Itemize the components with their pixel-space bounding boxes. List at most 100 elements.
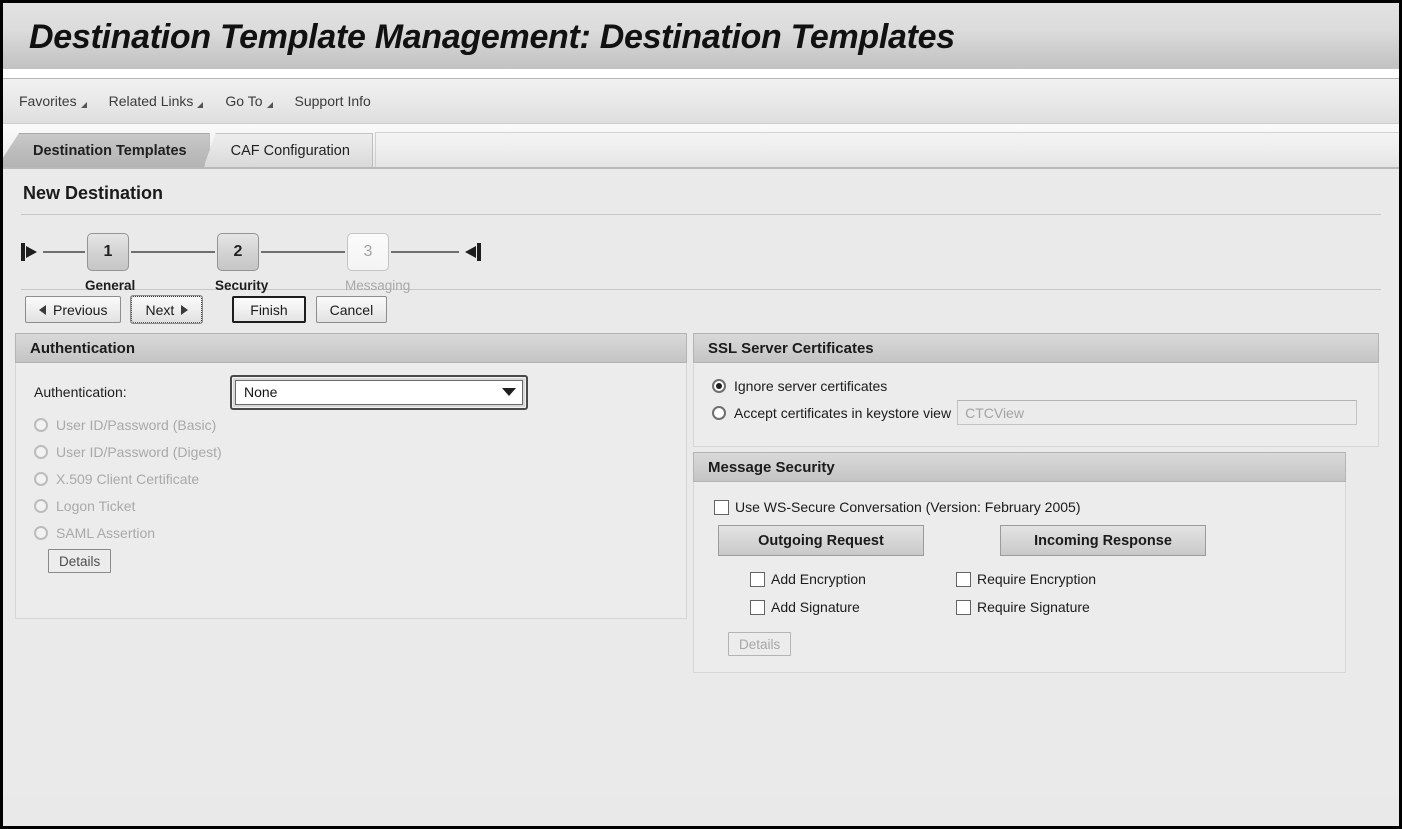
checkbox-icon — [955, 571, 971, 587]
authentication-panel: Authentication: None User ID/Password (B… — [15, 363, 687, 619]
checkbox-label: Require Encryption — [976, 571, 1097, 587]
checkbox-label: Add Signature — [771, 599, 860, 615]
chevron-down-icon — [80, 101, 87, 108]
radio-button-icon — [34, 498, 48, 513]
arrow-right-icon — [181, 304, 189, 315]
incoming-response-tab[interactable]: Incoming Response — [1000, 525, 1206, 556]
keystore-view-input: CTCView — [957, 400, 1358, 425]
chevron-down-icon — [502, 388, 516, 396]
checkbox-use-ws-secure-conversation[interactable]: Use WS-Secure Conversation (Version: Feb… — [714, 493, 1335, 521]
ssl-panel-body: Ignore server certificates Accept certif… — [694, 363, 1378, 432]
tab-label: Destination Templates — [33, 142, 187, 159]
outgoing-request-label: Outgoing Request — [758, 532, 884, 549]
radio-button-icon — [34, 525, 48, 540]
authentication-field-row: Authentication: None — [34, 374, 672, 410]
roadmap-step-security[interactable]: 2 Security — [215, 233, 269, 293]
roadmap-step-label: Security — [215, 278, 269, 293]
roadmap-connector — [261, 251, 345, 253]
checkbox-require-encryption[interactable]: Require Encryption — [955, 565, 1097, 593]
content-area: New Destination 1 General 2 Security 3 M… — [3, 169, 1399, 795]
tab-caf-configuration[interactable]: CAF Configuration — [203, 133, 373, 167]
radio-ignore-server-certificates[interactable]: Ignore server certificates — [712, 372, 1368, 399]
radio-label: X.509 Client Certificate — [56, 470, 200, 487]
tab-label: CAF Configuration — [230, 142, 350, 159]
message-security-details-button[interactable]: Details — [728, 632, 792, 656]
checkbox-icon — [955, 599, 971, 615]
checkbox-label: Use WS-Secure Conversation (Version: Feb… — [735, 499, 1081, 515]
checkbox-icon — [714, 499, 729, 515]
previous-button[interactable]: Previous — [25, 296, 122, 323]
roadmap-step-general[interactable]: 1 General — [85, 233, 136, 293]
menu-item-support-info[interactable]: Support Info — [295, 93, 371, 109]
roadmap-connector — [43, 251, 85, 253]
roadmap-step-number: 2 — [217, 233, 259, 271]
radio-button-icon — [712, 405, 726, 420]
wizard-title: New Destination — [23, 183, 164, 203]
checkbox-label: Require Signature — [976, 599, 1090, 615]
panel-container: Authentication Authentication: None User… — [3, 333, 1399, 673]
checkbox-require-signature[interactable]: Require Signature — [955, 593, 1096, 621]
left-column: Authentication Authentication: None User… — [15, 333, 687, 673]
radio-label: User ID/Password (Basic) — [56, 416, 217, 433]
message-security-panel-title: Message Security — [708, 458, 835, 476]
checkbox-icon — [750, 571, 765, 587]
message-security-tab-row: Outgoing Request Incoming Response — [718, 525, 1335, 556]
menu-bar: Favorites Related Links Go To Support In… — [3, 79, 1399, 124]
authentication-radio-group: User ID/Password (Basic) User ID/Passwor… — [34, 411, 672, 546]
authentication-details-button[interactable]: Details — [48, 549, 112, 573]
authentication-field-label: Authentication: — [34, 384, 127, 400]
incoming-response-label: Incoming Response — [1034, 532, 1172, 549]
radio-x509-client-certificate: X.509 Client Certificate — [34, 465, 672, 492]
message-security-details-wrapper: Details — [728, 632, 1335, 656]
checkbox-add-signature[interactable]: Add Signature — [750, 593, 866, 621]
roadmap-end-icon — [459, 241, 481, 263]
chevron-down-icon — [266, 101, 273, 108]
radio-accept-certificates-keystore[interactable]: Accept certificates in keystore view CTC… — [712, 399, 1368, 426]
radio-label: Logon Ticket — [56, 497, 136, 514]
roadmap-connector — [131, 251, 215, 253]
radio-label: Ignore server certificates — [734, 377, 888, 394]
checkbox-label: Add Encryption — [771, 571, 866, 587]
ssl-panel-title: SSL Server Certificates — [708, 339, 874, 357]
finish-button[interactable]: Finish — [232, 296, 306, 323]
checkbox-icon — [750, 599, 765, 615]
radio-label: Accept certificates in keystore view — [734, 404, 952, 421]
radio-saml-assertion: SAML Assertion — [34, 519, 672, 546]
menu-item-go-to[interactable]: Go To — [225, 93, 273, 109]
keystore-view-value: CTCView — [965, 404, 1024, 421]
next-button-label: Next — [145, 301, 175, 318]
roadmap-step-number: 1 — [87, 233, 129, 271]
message-security-panel-body: Use WS-Secure Conversation (Version: Feb… — [694, 482, 1345, 666]
message-security-checkbox-columns: Add Encryption Add Signature Require Enc… — [750, 565, 1335, 621]
tab-destination-templates[interactable]: Destination Templates — [3, 133, 210, 167]
wizard-button-toolbar: Previous Next Finish Cancel — [3, 290, 1399, 333]
authentication-select-focus-ring: None — [230, 374, 528, 410]
authentication-select[interactable]: None — [235, 379, 523, 405]
authentication-details-label: Details — [59, 553, 101, 569]
cancel-button-label: Cancel — [329, 301, 374, 318]
roadmap-step-label: General — [85, 278, 136, 293]
tab-strip-filler — [374, 132, 1399, 167]
menu-item-related-links[interactable]: Related Links — [109, 93, 204, 109]
outgoing-request-tab[interactable]: Outgoing Request — [718, 525, 924, 556]
radio-label: User ID/Password (Digest) — [56, 443, 222, 460]
checkbox-add-encryption[interactable]: Add Encryption — [750, 565, 866, 593]
next-button[interactable]: Next — [130, 295, 204, 324]
outgoing-checkbox-column: Add Encryption Add Signature — [750, 565, 866, 621]
radio-logon-ticket: Logon Ticket — [34, 492, 672, 519]
ssl-panel-header: SSL Server Certificates — [693, 333, 1379, 363]
radio-label: SAML Assertion — [56, 524, 156, 541]
menu-item-label: Related Links — [108, 93, 194, 109]
roadmap-step-number: 3 — [347, 233, 389, 271]
roadmap-step-label: Messaging — [345, 278, 411, 293]
cancel-button[interactable]: Cancel — [315, 296, 388, 323]
ssl-panel: Ignore server certificates Accept certif… — [693, 363, 1379, 447]
message-security-panel-header: Message Security — [693, 452, 1346, 482]
roadmap-step-messaging: 3 Messaging — [345, 233, 411, 293]
roadmap-start-icon — [21, 241, 43, 263]
chevron-down-icon — [197, 101, 204, 108]
authentication-panel-title: Authentication — [30, 339, 135, 357]
menu-item-favorites[interactable]: Favorites — [19, 93, 87, 109]
page-title-heading: Destination Template Management: Destina… — [29, 18, 955, 56]
radio-button-icon — [34, 444, 48, 459]
